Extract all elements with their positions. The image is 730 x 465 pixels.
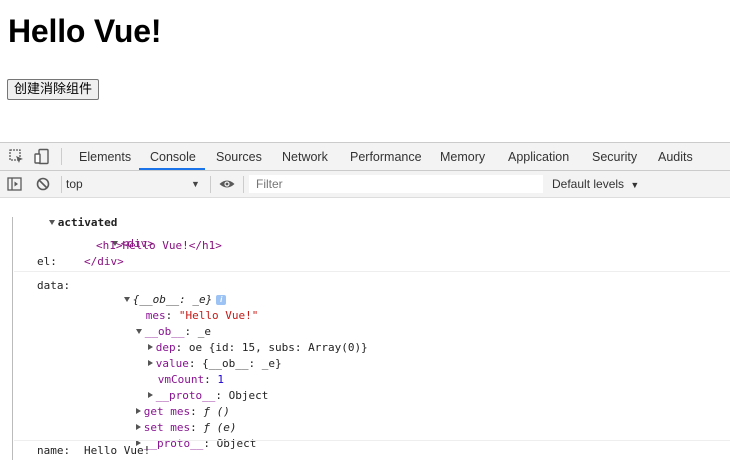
tab-application[interactable]: Application	[508, 143, 569, 170]
toolbar-divider	[61, 176, 62, 193]
group-indent-bar	[12, 217, 13, 460]
create-destroy-component-button[interactable]: 创建消除组件	[7, 79, 100, 100]
prop-value: Object	[228, 389, 269, 402]
log-levels-dropdown[interactable]: Default levels ▼	[552, 175, 639, 194]
el-key: el:	[37, 255, 57, 268]
devtools-tabbar: Elements Console Sources Network Perform…	[0, 143, 730, 171]
inspect-element-icon[interactable]	[8, 148, 26, 166]
tab-audits[interactable]: Audits	[658, 143, 693, 170]
dom-node-h1[interactable]: <h1>Hello Vue!</h1>	[96, 239, 222, 253]
log-levels-label: Default levels	[552, 177, 625, 191]
expand-triangle-icon[interactable]	[48, 219, 55, 225]
dom-node-div-close: </div>	[84, 255, 124, 268]
tab-console[interactable]: Console	[150, 143, 196, 170]
active-tab-indicator	[139, 168, 205, 170]
tab-performance[interactable]: Performance	[350, 143, 422, 170]
tab-memory[interactable]: Memory	[440, 143, 485, 170]
name-key: name:	[37, 444, 71, 457]
console-filter-input[interactable]	[249, 175, 543, 193]
page-heading: Hello Vue!	[8, 13, 162, 49]
prop-key: __proto__	[143, 437, 204, 450]
context-selector-label: top	[66, 177, 83, 191]
toolbar-divider	[243, 176, 244, 193]
console-output: activated <div> <h1>Hello Vue!</h1> el: …	[0, 198, 730, 460]
name-value: Hello Vue!	[84, 444, 151, 457]
toolbar-divider	[210, 176, 211, 193]
row-divider	[14, 440, 730, 441]
devtools-panel: Elements Console Sources Network Perform…	[0, 142, 730, 460]
clear-console-icon[interactable]	[34, 175, 52, 193]
row-divider	[14, 271, 730, 272]
tab-elements[interactable]: Elements	[79, 143, 131, 170]
console-toolbar: top ▼ Default levels ▼	[0, 171, 730, 198]
data-key: data:	[37, 279, 71, 292]
eye-icon[interactable]	[218, 175, 236, 193]
caret-down-icon: ▼	[630, 180, 640, 190]
context-selector[interactable]: top ▼	[66, 175, 206, 193]
toolbar-divider	[61, 148, 62, 165]
show-sidebar-icon[interactable]	[6, 175, 24, 193]
tab-security[interactable]: Security	[592, 143, 637, 170]
caret-down-icon: ▼	[191, 179, 200, 189]
tab-sources[interactable]: Sources	[216, 143, 262, 170]
device-toolbar-icon[interactable]	[33, 148, 51, 166]
prop-value: Object	[216, 437, 257, 450]
tab-network[interactable]: Network	[282, 143, 328, 170]
